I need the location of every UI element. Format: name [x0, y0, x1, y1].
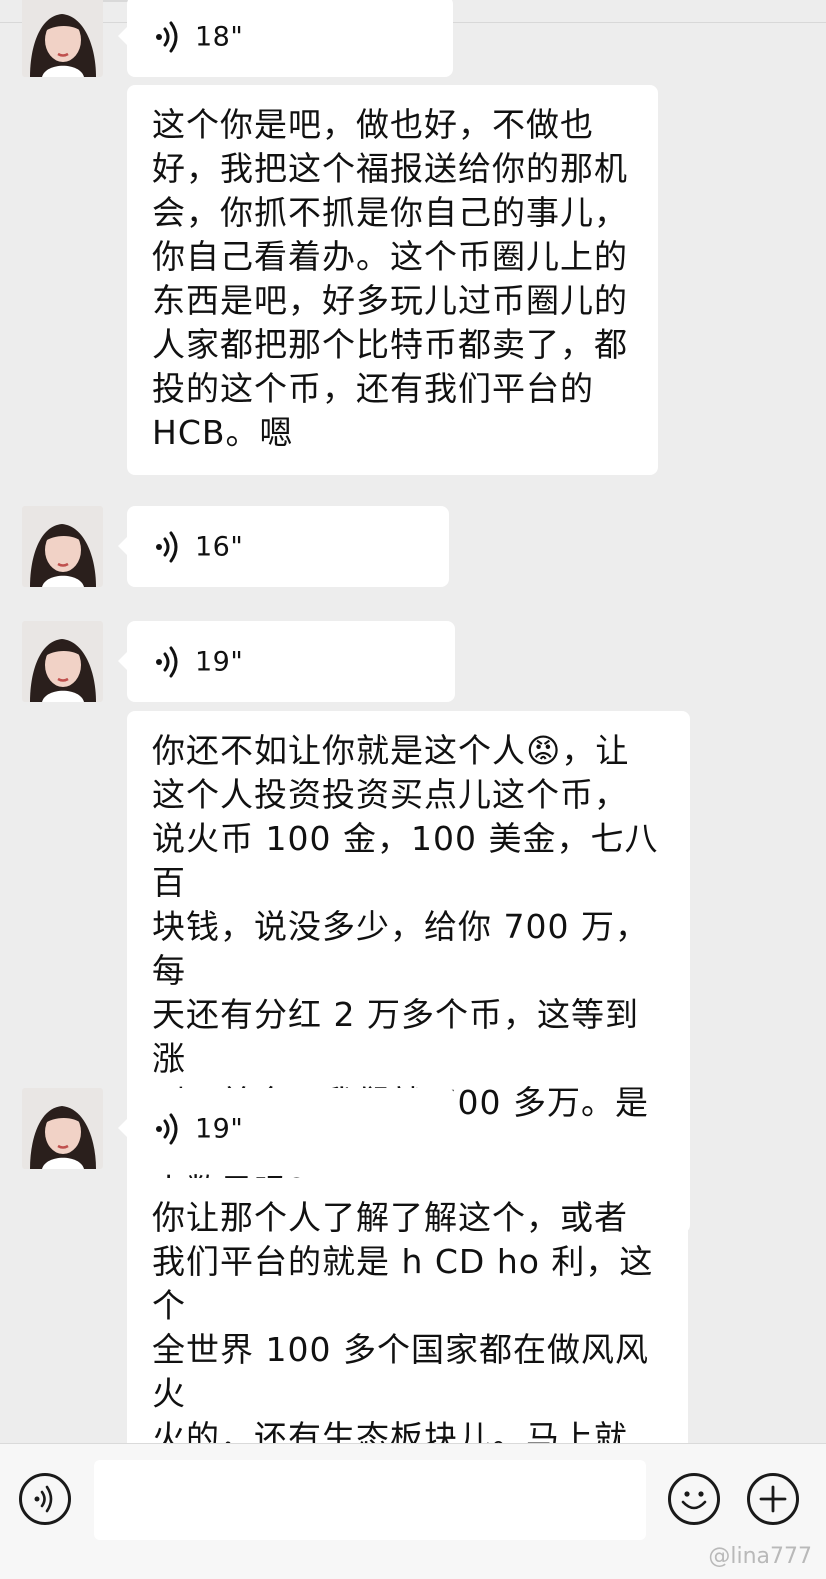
voice-input-button[interactable]	[19, 1473, 71, 1525]
message-text: 这个你是吧，做也好，不做也 好，我把这个福报送给你的那机 会，你抓不抓是你自己的…	[152, 105, 628, 452]
text-message[interactable]: 你让那个人了解了解这个，或者 我们平台的就是 h CD ho 利，这个 全世界 …	[127, 1178, 688, 1450]
voice-duration: 19"	[195, 1113, 244, 1144]
more-button[interactable]	[747, 1473, 799, 1525]
voice-message[interactable]: 18"	[118, 0, 453, 77]
sender-avatar[interactable]	[22, 0, 103, 77]
voice-message[interactable]: 19"	[118, 621, 455, 702]
voice-wave-icon	[156, 646, 178, 677]
voice-message[interactable]: 16"	[118, 506, 449, 587]
watermark: @lina777	[708, 1544, 812, 1569]
voice-input-icon	[34, 1485, 53, 1513]
smiley-icon	[681, 1491, 707, 1510]
text-message[interactable]: 这个你是吧，做也好，不做也 好，我把这个福报送给你的那机 会，你抓不抓是你自己的…	[127, 85, 658, 475]
emoji-button[interactable]	[668, 1473, 720, 1525]
message-text: 你让那个人了解了解这个，或者 我们平台的就是 h CD ho 利，这个 全世界 …	[152, 1198, 654, 1450]
voice-wave-icon	[156, 21, 178, 52]
message-input[interactable]	[94, 1460, 646, 1540]
sender-avatar[interactable]	[22, 506, 103, 587]
voice-wave-icon	[156, 531, 178, 562]
voice-message[interactable]: 19"	[118, 1088, 455, 1169]
sender-avatar[interactable]	[22, 621, 103, 702]
voice-duration: 18"	[195, 21, 244, 52]
input-toolbar: @lina777	[0, 1443, 826, 1579]
plus-icon	[759, 1485, 787, 1513]
chat-area[interactable]: 18" 这个你是吧，做也好，不做也 好，我把这个福报送给你的那机 会，你抓不抓是…	[0, 0, 826, 1450]
sender-avatar[interactable]	[22, 1088, 103, 1169]
voice-duration: 16"	[195, 531, 244, 562]
voice-duration: 19"	[195, 646, 244, 677]
voice-wave-icon	[156, 1113, 178, 1144]
